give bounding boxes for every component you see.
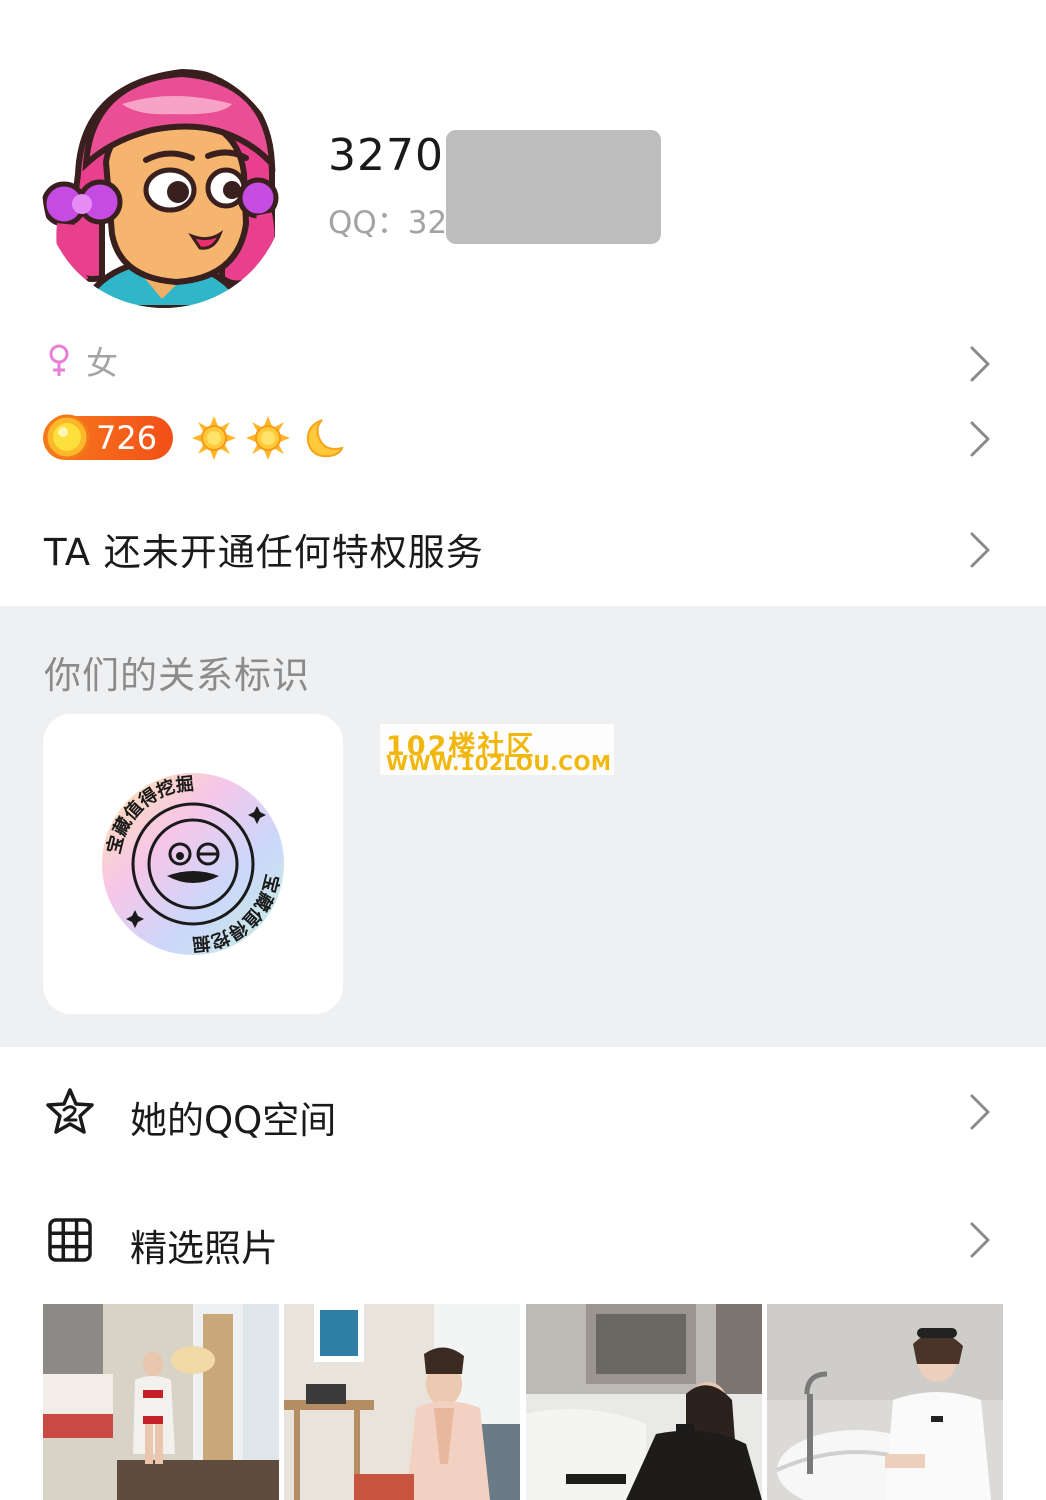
redaction-overlay	[446, 130, 661, 244]
featured-photos-label: 精选照片	[130, 1227, 278, 1270]
sun-icon	[192, 416, 236, 460]
sun-icon	[246, 416, 290, 460]
qzone-star-icon	[46, 1088, 94, 1134]
gender-row[interactable]	[0, 330, 1046, 392]
photo-thumbnail[interactable]	[43, 1304, 279, 1500]
grid-icon	[48, 1218, 92, 1262]
chevron-right-icon	[970, 532, 990, 568]
relation-badge-card[interactable]: 宝藏值得挖掘 宝藏值得挖掘	[43, 714, 343, 1014]
photo-hotel-room	[43, 1304, 279, 1500]
relation-title: 你们的关系标识	[44, 654, 310, 697]
level-value: 726	[96, 419, 158, 457]
qq-number: QQ：32	[328, 205, 448, 241]
female-gender-icon	[49, 344, 69, 376]
level-coin-icon	[44, 414, 90, 460]
photo-living-room	[284, 1304, 520, 1500]
moon-icon	[306, 419, 344, 458]
chevron-right-icon	[970, 346, 990, 382]
cartoon-girl-avatar	[42, 64, 286, 308]
treasure-badge-icon: 宝藏值得挖掘 宝藏值得挖掘	[102, 773, 284, 955]
avatar[interactable]	[42, 64, 286, 308]
photo-bathroom	[767, 1304, 1003, 1500]
chevron-right-icon	[970, 1094, 990, 1130]
photo-bedroom-selfie	[526, 1304, 762, 1500]
photo-thumbnail[interactable]	[767, 1304, 1003, 1500]
chevron-right-icon	[970, 1222, 990, 1258]
photo-thumbnail[interactable]	[284, 1304, 520, 1500]
gender-label: 女	[86, 344, 119, 382]
watermark-url: WWW.102LOU.COM	[386, 751, 612, 775]
chevron-right-icon	[970, 421, 990, 457]
qzone-label: 她的QQ空间	[130, 1099, 337, 1142]
photo-thumbnail[interactable]	[526, 1304, 762, 1500]
privilege-status: TA 还未开通任何特权服务	[44, 531, 484, 574]
